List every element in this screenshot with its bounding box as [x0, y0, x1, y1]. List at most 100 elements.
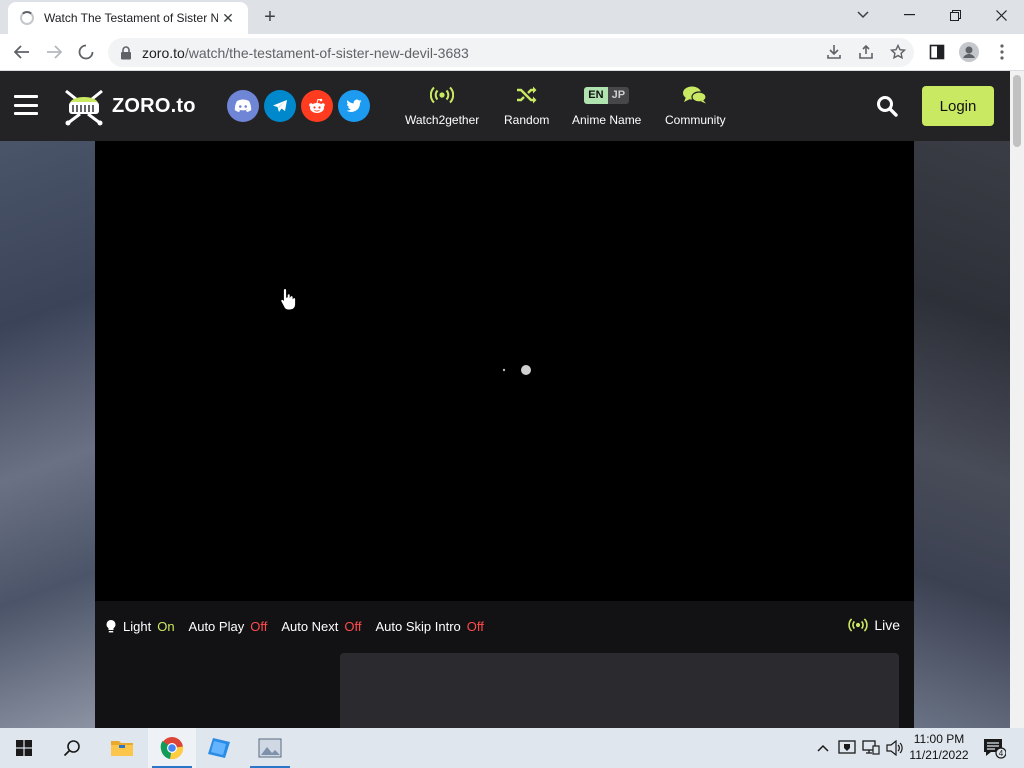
tab-title: Watch The Testament of Sister N [44, 11, 218, 25]
reddit-button[interactable] [301, 90, 333, 122]
nav-anime-name[interactable]: EN JP Anime Name [572, 83, 641, 133]
app-icon [208, 738, 230, 758]
lang-jp-option[interactable]: JP [607, 86, 630, 104]
video-player[interactable] [95, 141, 914, 601]
tray-volume-icon[interactable] [884, 728, 906, 768]
nav-random[interactable]: Random [504, 83, 549, 133]
star-icon [890, 44, 906, 60]
side-panel-button[interactable] [923, 38, 951, 66]
autoskip-intro-toggle[interactable]: Auto Skip Intro Off [376, 619, 484, 634]
light-toggle[interactable]: Light On [105, 619, 175, 634]
telegram-icon [273, 100, 287, 112]
minimize-icon [903, 14, 915, 16]
search-icon[interactable] [876, 95, 898, 117]
light-status: On [157, 618, 175, 634]
discord-icon [234, 99, 252, 112]
back-button[interactable] [8, 38, 36, 66]
tray-security-icon[interactable] [836, 728, 858, 768]
chevron-up-icon [817, 744, 829, 752]
close-window-button[interactable] [978, 0, 1024, 30]
taskbar-app-photo[interactable] [246, 728, 294, 768]
side-panel-icon [929, 44, 945, 60]
page-viewport: ZORO.to Watch2gether Random EN JP Anime … [0, 71, 1010, 728]
new-tab-button[interactable]: + [258, 5, 282, 29]
language-toggle[interactable]: EN JP [584, 86, 630, 104]
telegram-button[interactable] [264, 90, 296, 122]
notification-count: 4 [999, 749, 1004, 758]
twitter-icon [346, 99, 362, 112]
page-scrollbar[interactable] [1010, 71, 1024, 728]
tray-network-icon[interactable] [860, 728, 882, 768]
autoskip-status: Off [466, 618, 484, 634]
nav-community-label: Community [665, 113, 726, 127]
notification-icon: 4 [984, 739, 1007, 759]
bookmark-button[interactable] [884, 38, 912, 66]
taskbar-app-blue[interactable] [196, 728, 244, 768]
discord-button[interactable] [227, 90, 259, 122]
autoplay-label: Auto Play [188, 618, 245, 634]
scrollbar-thumb[interactable] [1013, 75, 1021, 147]
autoplay-status: Off [250, 618, 268, 634]
browser-tab-strip: Watch The Testament of Sister N ✕ + [0, 0, 1024, 34]
lock-icon[interactable] [118, 45, 134, 61]
shuffle-icon [515, 83, 539, 107]
player-controls-bar: Light On Auto Play Off Auto Next Off Aut… [95, 601, 914, 651]
folder-icon [111, 741, 133, 756]
nav-watch2gether[interactable]: Watch2gether [405, 83, 479, 133]
autoskip-label: Auto Skip Intro [375, 618, 461, 634]
autoplay-toggle[interactable]: Auto Play Off [189, 619, 268, 634]
lightbulb-icon [106, 619, 116, 632]
login-button[interactable]: Login [922, 86, 994, 126]
broadcast-icon [430, 83, 455, 107]
shield-icon [838, 740, 856, 754]
picture-icon [258, 738, 282, 758]
live-label: Live [874, 617, 900, 633]
background-art-left [0, 141, 95, 728]
hamburger-menu-icon[interactable] [14, 95, 38, 115]
taskbar-chrome[interactable] [148, 728, 196, 768]
url-text: zoro.to/watch/the-testament-of-sister-ne… [142, 44, 469, 61]
episode-section [95, 651, 914, 728]
restore-button[interactable] [932, 0, 978, 30]
taskbar-file-explorer[interactable] [98, 728, 146, 768]
menu-button[interactable] [988, 38, 1016, 66]
twitter-button[interactable] [338, 90, 370, 122]
download-icon [827, 45, 841, 59]
speaker-icon [886, 740, 903, 756]
lang-en-option[interactable]: EN [584, 86, 608, 104]
hand-cursor-icon [280, 287, 296, 311]
windows-logo-icon [16, 740, 32, 756]
start-button[interactable] [0, 728, 48, 768]
install-app-button[interactable] [820, 38, 848, 66]
browser-tab[interactable]: Watch The Testament of Sister N ✕ [8, 2, 248, 34]
notification-center-button[interactable]: 4 [982, 736, 1007, 760]
minimize-button[interactable] [886, 0, 932, 30]
taskbar-search-button[interactable] [48, 728, 96, 768]
nav-community[interactable]: Community [665, 83, 726, 133]
nav-watch2gether-label: Watch2gether [405, 113, 480, 127]
autonext-toggle[interactable]: Auto Next Off [281, 619, 361, 634]
loading-dots-icon [502, 365, 531, 375]
nav-anime-name-label: Anime Name [572, 113, 642, 127]
server-panel [340, 653, 899, 728]
light-label: Light [123, 618, 152, 634]
address-bar[interactable]: zoro.to/watch/the-testament-of-sister-ne… [108, 38, 914, 67]
share-button[interactable] [852, 38, 880, 66]
show-hidden-icons-button[interactable] [812, 728, 834, 768]
tab-close-button[interactable]: ✕ [218, 8, 238, 28]
reload-spinner-icon [78, 44, 94, 60]
live-button[interactable]: Live [848, 617, 900, 633]
stop-reload-button[interactable] [72, 38, 100, 66]
taskbar-clock[interactable]: 11:00 PM 11/21/2022 [906, 731, 972, 763]
clock-time: 11:00 PM [913, 732, 965, 746]
profile-button[interactable] [955, 38, 983, 66]
site-header: ZORO.to Watch2gether Random EN JP Anime … [0, 71, 1010, 141]
forward-button[interactable] [40, 38, 68, 66]
site-logo[interactable]: ZORO.to [62, 85, 196, 127]
background-art-right [914, 141, 1010, 728]
tab-search-button[interactable] [840, 0, 886, 30]
share-icon [859, 44, 873, 59]
arrow-right-icon [47, 45, 62, 59]
avatar-icon [959, 42, 979, 62]
chrome-icon [160, 737, 184, 760]
